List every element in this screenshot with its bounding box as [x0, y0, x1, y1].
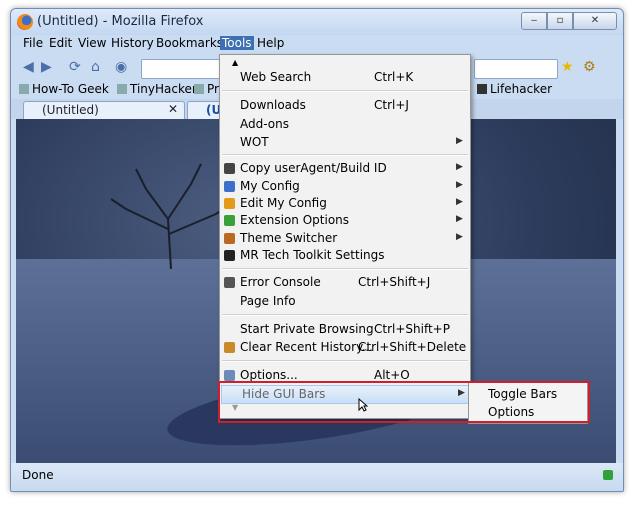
edit-config-icon: [224, 198, 235, 209]
forward-icon[interactable]: ▶: [41, 59, 52, 75]
menu-edit[interactable]: Edit: [49, 36, 72, 50]
menu-item-mr-tech-settings[interactable]: MR Tech Toolkit Settings: [220, 247, 470, 264]
window-title: (Untitled) - Mozilla Firefox: [37, 14, 204, 29]
submenu-arrow-icon: ▶: [456, 180, 463, 190]
menu-item-page-info[interactable]: Page Info: [220, 293, 470, 310]
menu-item-error-console[interactable]: Error Console Ctrl+Shift+J: [220, 274, 470, 291]
favicon-icon: [117, 84, 127, 94]
url-bar[interactable]: [141, 59, 221, 79]
mouse-cursor-icon: [358, 398, 368, 412]
tools-menu: ▲ Web Search Ctrl+K Downloads Ctrl+J Add-o…: [219, 54, 471, 419]
menu-item-downloads[interactable]: Downloads Ctrl+J: [220, 97, 470, 114]
submenu-arrow-icon: ▶: [456, 197, 463, 207]
menu-separator: [222, 90, 468, 92]
close-button[interactable]: ✕: [573, 12, 617, 30]
search-bar[interactable]: [474, 59, 558, 79]
menu-item-clear-history[interactable]: Clear Recent History... Ctrl+Shift+Delete: [220, 339, 470, 356]
firefox-logo-icon: [17, 14, 33, 30]
status-text: Done: [22, 468, 54, 482]
menu-separator: [222, 154, 468, 156]
addon-bar-icon[interactable]: ⚙: [583, 59, 596, 75]
home-icon[interactable]: ⌂: [91, 59, 100, 75]
menu-scroll-up-icon[interactable]: ▲: [232, 58, 238, 67]
menu-help[interactable]: Help: [257, 36, 284, 50]
close-tab-icon[interactable]: ✕: [168, 102, 178, 116]
back-icon[interactable]: ◀: [23, 59, 34, 75]
submenu-arrow-icon: ▶: [456, 214, 463, 224]
highlight-box: [218, 381, 590, 423]
stop-icon[interactable]: ◉: [115, 59, 127, 75]
copy-useragent-icon: [224, 163, 235, 174]
menu-item-copy-useragent[interactable]: Copy userAgent/Build ID ▶: [220, 160, 470, 177]
reload-icon[interactable]: ⟳: [69, 59, 81, 75]
menu-view[interactable]: View: [78, 36, 106, 50]
menu-separator: [222, 314, 468, 316]
bookmark-how-to-geek[interactable]: How-To Geek: [19, 82, 109, 96]
tab-untitled-1[interactable]: (Untitled) ✕: [23, 101, 185, 119]
menu-tools[interactable]: Tools: [220, 36, 254, 50]
puzzle-icon: [224, 215, 235, 226]
my-config-icon: [224, 181, 235, 192]
star-icon[interactable]: ★: [561, 59, 574, 75]
bookmark-lifehacker[interactable]: Lifehacker: [477, 82, 552, 96]
minimize-button[interactable]: ‒: [521, 12, 547, 30]
menu-item-theme-switcher[interactable]: Theme Switcher ▶: [220, 230, 470, 247]
bookmark-pr[interactable]: Pr: [194, 82, 219, 96]
menu-item-web-search[interactable]: Web Search Ctrl+K: [220, 69, 470, 86]
theme-icon: [224, 233, 235, 244]
maximize-button[interactable]: ▫: [547, 12, 573, 30]
menu-item-edit-my-config[interactable]: Edit My Config ▶: [220, 195, 470, 212]
menu-separator: [222, 268, 468, 270]
menu-bookmarks[interactable]: Bookmarks: [156, 36, 223, 50]
options-icon: [224, 370, 235, 381]
menu-item-extension-options[interactable]: Extension Options ▶: [220, 212, 470, 229]
security-icon: [603, 470, 613, 480]
menu-bar: File Edit View History Bookmarks Tools H…: [11, 35, 623, 53]
menu-item-addons[interactable]: Add-ons: [220, 116, 470, 133]
menu-item-private-browsing[interactable]: Start Private Browsing Ctrl+Shift+P: [220, 321, 470, 338]
menu-item-wot[interactable]: WOT ▶: [220, 134, 470, 151]
bookmark-tinyhacker[interactable]: TinyHacker: [117, 82, 197, 96]
submenu-arrow-icon: ▶: [456, 232, 463, 242]
menu-item-my-config[interactable]: My Config ▶: [220, 178, 470, 195]
favicon-icon: [477, 84, 487, 94]
menu-history[interactable]: History: [111, 36, 154, 50]
menu-separator: [222, 360, 468, 362]
title-bar: (Untitled) - Mozilla Firefox ‒ ▫ ✕: [11, 9, 623, 35]
error-console-icon: [224, 277, 235, 288]
submenu-arrow-icon: ▶: [456, 162, 463, 172]
status-bar: Done: [11, 463, 623, 491]
clear-history-icon: [224, 342, 235, 353]
favicon-icon: [194, 84, 204, 94]
menu-file[interactable]: File: [23, 36, 43, 50]
mr-tech-icon: [224, 250, 235, 261]
tree-image: [110, 163, 232, 269]
favicon-icon: [19, 84, 29, 94]
submenu-arrow-icon: ▶: [456, 136, 463, 146]
tab-untitled-2[interactable]: (U: [187, 101, 221, 119]
